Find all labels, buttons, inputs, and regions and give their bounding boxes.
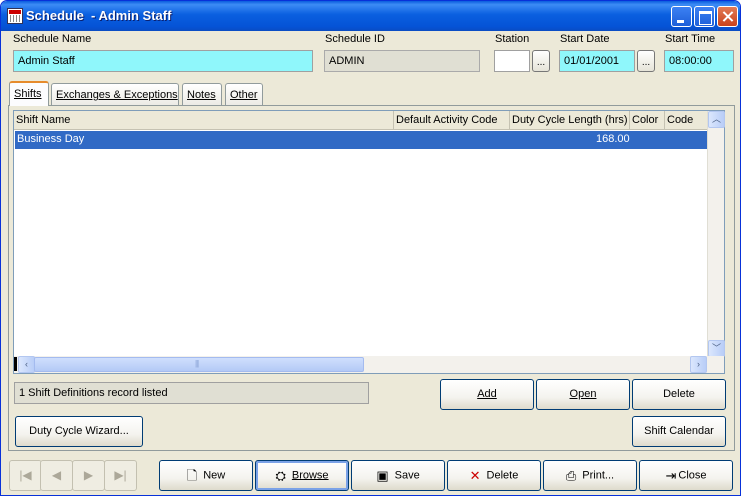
window-title: Schedule - Admin Staff bbox=[26, 8, 172, 23]
last-record-button[interactable]: ▶| bbox=[104, 460, 137, 491]
new-button[interactable]: 🗋 New bbox=[159, 460, 253, 491]
save-disk-icon: ▣ bbox=[376, 468, 389, 483]
add-button[interactable]: Add bbox=[440, 379, 534, 410]
start-time-field[interactable]: 08:00:00 bbox=[664, 50, 734, 72]
scroll-up-icon[interactable]: ︿ bbox=[708, 111, 725, 128]
table-row[interactable]: Business Day 168.00 bbox=[15, 131, 708, 149]
add-button-label: Add bbox=[477, 388, 497, 400]
tab-exchanges-label: Exchanges & Exceptions bbox=[56, 89, 178, 101]
delete-button-label: Delete bbox=[486, 469, 519, 482]
minimize-button[interactable] bbox=[671, 6, 692, 27]
delete-x-icon: ✕ bbox=[469, 468, 481, 483]
first-record-button[interactable]: |◀ bbox=[9, 460, 42, 491]
printer-icon: ⎙ bbox=[565, 468, 577, 483]
schedule-id-field: ADMIN bbox=[324, 50, 480, 72]
delete-shift-button[interactable]: Delete bbox=[632, 379, 726, 410]
shifts-grid[interactable]: Shift Name Default Activity Code Duty Cy… bbox=[13, 110, 725, 374]
delete-button[interactable]: ✕ Delete bbox=[447, 460, 541, 491]
schedule-name-label: Schedule Name bbox=[13, 33, 92, 45]
horizontal-scroll-thumb[interactable] bbox=[34, 357, 364, 372]
open-button-label: Open bbox=[569, 388, 597, 400]
vertical-scrollbar[interactable]: ︿ ﹀ bbox=[707, 111, 725, 357]
shift-calendar-label: Shift Calendar bbox=[644, 425, 714, 437]
station-field[interactable] bbox=[494, 50, 530, 72]
tab-shifts[interactable]: Shifts bbox=[9, 81, 49, 106]
tab-exchanges-exceptions[interactable]: Exchanges & Exceptions bbox=[51, 83, 179, 105]
grid-header: Shift Name Default Activity Code Duty Cy… bbox=[14, 111, 708, 130]
close-button[interactable]: ⇥ Close bbox=[639, 460, 733, 491]
print-button-label: Print... bbox=[582, 469, 615, 482]
start-date-picker-button[interactable]: ... bbox=[637, 50, 655, 72]
column-header-duty-cycle-length[interactable]: Duty Cycle Length (hrs) bbox=[510, 111, 630, 130]
cell-duty-cycle-length: 168.00 bbox=[596, 133, 630, 145]
maximize-button[interactable] bbox=[694, 6, 715, 27]
column-header-shift-name[interactable]: Shift Name bbox=[14, 111, 394, 130]
row-pointer-marker bbox=[14, 357, 17, 371]
first-record-icon: |◀ bbox=[19, 468, 32, 482]
title-bar[interactable]: Schedule - Admin Staff bbox=[1, 1, 740, 31]
shift-calendar-button[interactable]: Shift Calendar bbox=[632, 416, 726, 447]
scroll-right-icon[interactable]: › bbox=[690, 356, 707, 373]
start-time-label: Start Time bbox=[665, 33, 716, 45]
previous-record-icon: ◀ bbox=[51, 468, 62, 482]
open-button[interactable]: Open bbox=[536, 379, 630, 410]
record-count-status: 1 Shift Definitions record listed bbox=[14, 382, 369, 404]
column-header-default-activity-code[interactable]: Default Activity Code bbox=[394, 111, 510, 130]
column-header-color[interactable]: Color bbox=[630, 111, 665, 130]
new-document-icon: 🗋 bbox=[186, 468, 198, 483]
save-button-label: Save bbox=[394, 469, 420, 482]
binoculars-icon: ⛭ bbox=[275, 468, 286, 483]
column-header-code[interactable]: Code bbox=[665, 111, 708, 130]
browse-button[interactable]: ⛭ Browse bbox=[255, 460, 349, 491]
horizontal-scrollbar[interactable]: ‹ › bbox=[14, 356, 724, 373]
start-date-field[interactable]: 01/01/2001 bbox=[559, 50, 635, 72]
previous-record-button[interactable]: ◀ bbox=[40, 460, 73, 491]
tab-other-label: Other bbox=[230, 89, 258, 101]
save-button[interactable]: ▣ Save bbox=[351, 460, 445, 491]
cell-shift-name: Business Day bbox=[17, 133, 85, 145]
start-date-label: Start Date bbox=[560, 33, 610, 45]
duty-cycle-wizard-button[interactable]: Duty Cycle Wizard... bbox=[15, 416, 143, 447]
next-record-button[interactable]: ▶ bbox=[72, 460, 105, 491]
schedule-window: Schedule - Admin Staff Schedule Name Adm… bbox=[0, 0, 741, 496]
schedule-name-field[interactable]: Admin Staff bbox=[13, 50, 313, 72]
print-button[interactable]: ⎙ Print... bbox=[543, 460, 637, 491]
close-button-label: Close bbox=[678, 469, 707, 482]
tab-notes-label: Notes bbox=[187, 89, 216, 101]
station-lookup-button[interactable]: ... bbox=[532, 50, 550, 72]
station-label: Station bbox=[495, 33, 530, 45]
delete-shift-button-label: Delete bbox=[663, 388, 695, 400]
duty-cycle-wizard-label: Duty Cycle Wizard... bbox=[29, 425, 129, 437]
next-record-icon: ▶ bbox=[83, 468, 94, 482]
exit-door-icon: ⇥ bbox=[665, 468, 677, 483]
new-button-label: New bbox=[203, 469, 226, 482]
scroll-left-icon[interactable]: ‹ bbox=[18, 356, 35, 373]
close-window-button[interactable] bbox=[717, 6, 738, 27]
app-icon bbox=[7, 8, 23, 24]
browse-button-label: Browse bbox=[291, 469, 329, 482]
tab-other[interactable]: Other bbox=[225, 83, 263, 105]
tab-shifts-label: Shifts bbox=[14, 88, 42, 100]
scroll-down-icon[interactable]: ﹀ bbox=[708, 340, 725, 357]
schedule-id-label: Schedule ID bbox=[325, 33, 385, 45]
tab-notes[interactable]: Notes bbox=[182, 83, 222, 105]
last-record-icon: ▶| bbox=[114, 468, 127, 482]
